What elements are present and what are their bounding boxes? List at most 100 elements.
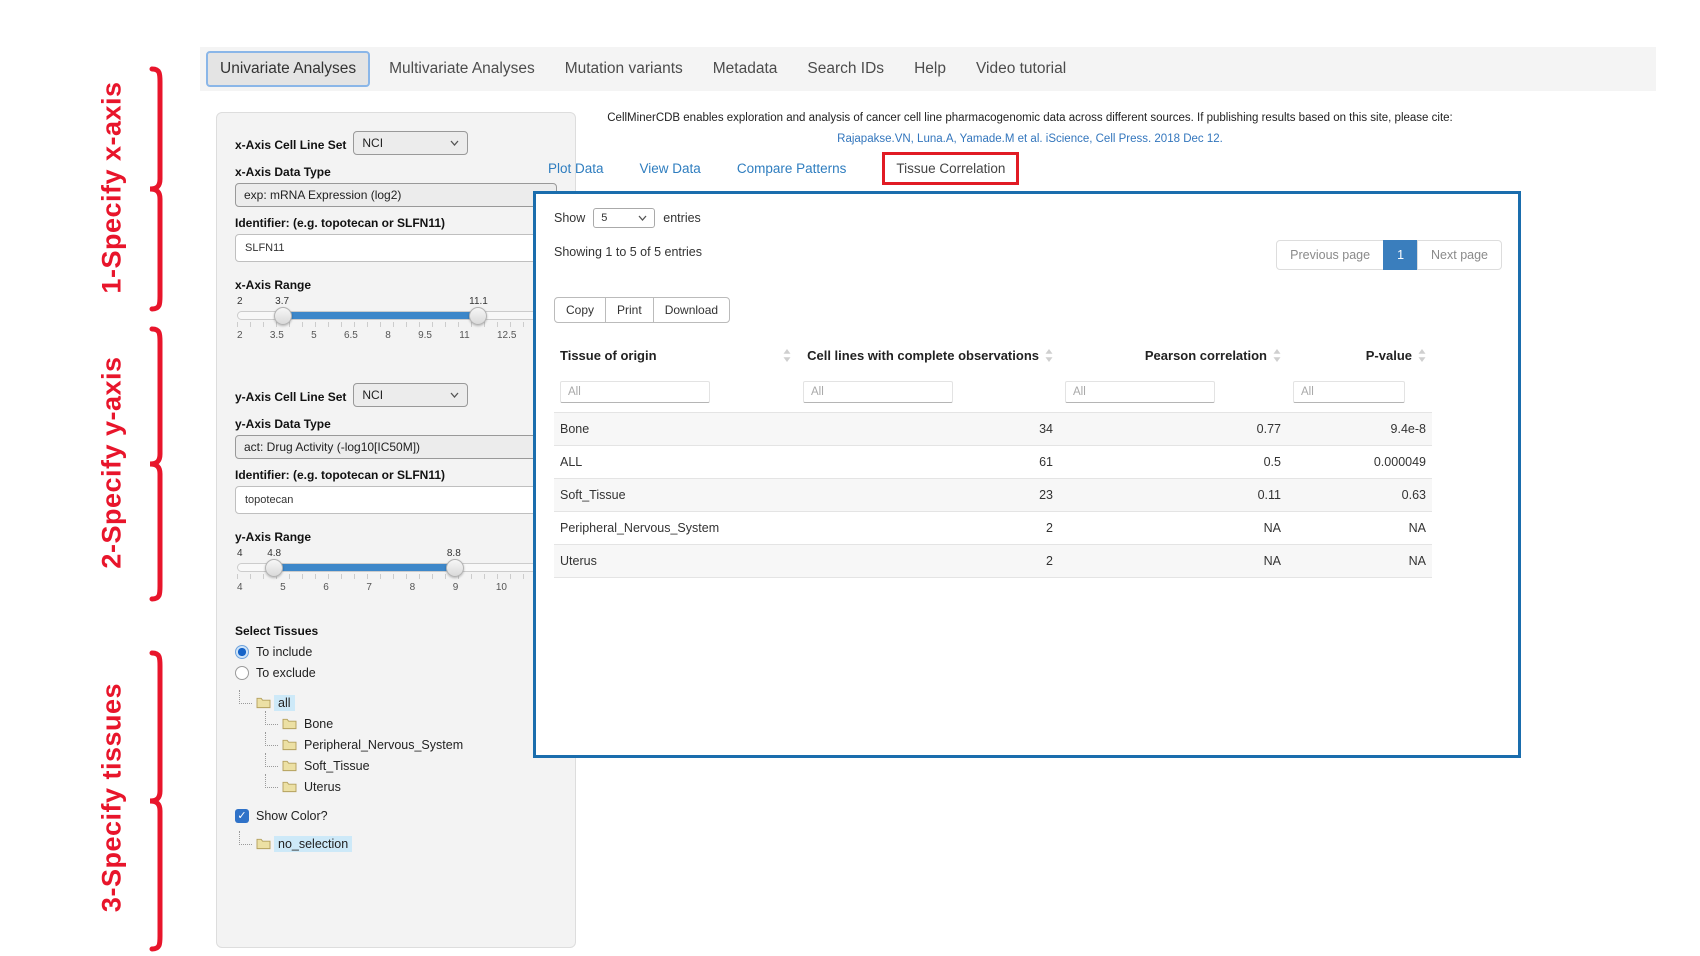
- y-axis-data-type-select[interactable]: act: Drug Activity (-log10[IC50M]): [235, 435, 557, 459]
- nav-tab-help[interactable]: Help: [899, 52, 961, 86]
- y-range-track[interactable]: [237, 563, 555, 572]
- next-page-button[interactable]: Next page: [1417, 240, 1502, 270]
- folder-icon: [282, 759, 297, 772]
- column-header-p-value[interactable]: P-value: [1287, 339, 1432, 372]
- y-range-fill: [274, 564, 455, 571]
- folder-icon: [256, 696, 271, 709]
- column-header-cell-lines[interactable]: Cell lines with complete observations: [797, 339, 1059, 372]
- table-row-uterus[interactable]: Uterus 2 NA NA: [554, 545, 1432, 578]
- print-button[interactable]: Print: [605, 297, 654, 323]
- nav-tab-mutation-variants[interactable]: Mutation variants: [550, 52, 698, 86]
- tree-node-no-selection[interactable]: no_selection: [239, 831, 557, 852]
- radio-selected-icon: [235, 645, 249, 659]
- tissue-correlation-table: Tissue of origin Cell lines with complet…: [554, 339, 1432, 578]
- table-row-soft-tissue[interactable]: Soft_Tissue 23 0.11 0.63: [554, 479, 1432, 512]
- table-row-peripheral-nervous-system[interactable]: Peripheral_Nervous_System 2 NA NA: [554, 512, 1432, 545]
- citation-link[interactable]: Rajapakse.VN, Luna.A, Yamade.M et al. iS…: [540, 133, 1520, 145]
- page-1-button[interactable]: 1: [1383, 240, 1418, 270]
- x-range-high-value: 11.1: [469, 296, 488, 307]
- tree-elbow: [265, 774, 278, 788]
- table-row-all[interactable]: ALL 61 0.5 0.000049: [554, 446, 1432, 479]
- nav-tab-video-tutorial[interactable]: Video tutorial: [961, 52, 1081, 86]
- radio-unselected-icon: [235, 666, 249, 680]
- tab-compare-patterns[interactable]: Compare Patterns: [737, 161, 847, 176]
- tab-tissue-correlation[interactable]: Tissue Correlation: [882, 152, 1019, 185]
- table-filter-row: [554, 372, 1432, 413]
- y-axis-cell-line-set-select[interactable]: NCI: [353, 383, 468, 407]
- tab-plot-data[interactable]: Plot Data: [548, 161, 604, 176]
- x-axis-data-type-label: x-Axis Data Type: [235, 165, 557, 179]
- select-tissues-label: Select Tissues: [235, 624, 557, 638]
- page-size-select[interactable]: 5: [593, 208, 655, 228]
- citation-text: CellMinerCDB enables exploration and ana…: [540, 112, 1520, 124]
- tree-elbow: [265, 711, 278, 725]
- previous-page-button[interactable]: Previous page: [1276, 240, 1384, 270]
- tissue-tree: all Bone Peripheral_Nervous_System Soft_…: [239, 690, 557, 795]
- copy-button[interactable]: Copy: [554, 297, 606, 323]
- column-header-pearson-correlation[interactable]: Pearson correlation: [1059, 339, 1287, 372]
- tree-node-soft-tissue[interactable]: Soft_Tissue: [265, 753, 557, 774]
- x-range-tick-labels: 23.556.589.51112.514: [237, 330, 555, 341]
- x-axis-cell-line-set-label: x-Axis Cell Line Set: [235, 138, 346, 152]
- y-range-min-value: 4: [237, 548, 243, 559]
- nav-tab-multivariate-analyses[interactable]: Multivariate Analyses: [374, 52, 550, 86]
- filter-pearson-correlation-input[interactable]: [1065, 381, 1215, 403]
- tab-view-data[interactable]: View Data: [640, 161, 701, 176]
- x-range-min-value: 2: [237, 296, 243, 307]
- sort-icon: [783, 349, 791, 362]
- table-row-bone[interactable]: Bone 34 0.77 9.4e-8: [554, 413, 1432, 446]
- tissues-exclude-radio[interactable]: To exclude: [235, 666, 557, 680]
- x-axis-identifier-label: Identifier: (e.g. topotecan or SLFN11): [235, 216, 557, 230]
- tree-elbow: [239, 690, 252, 704]
- result-tabs: Plot Data View Data Compare Patterns Tis…: [548, 152, 1019, 185]
- x-range-low-value: 3.7: [275, 296, 289, 307]
- top-navigation: Univariate Analyses Multivariate Analyse…: [200, 47, 1656, 91]
- chevron-down-icon: [638, 215, 647, 221]
- pagination: Previous page 1 Next page: [1277, 240, 1502, 270]
- filter-p-value-input[interactable]: [1293, 381, 1405, 403]
- tissues-include-radio[interactable]: To include: [235, 645, 557, 659]
- analysis-settings-panel: x-Axis Cell Line Set NCI x-Axis Data Typ…: [216, 112, 576, 948]
- x-axis-data-type-select[interactable]: exp: mRNA Expression (log2): [235, 183, 557, 207]
- x-axis-identifier-input[interactable]: [235, 234, 557, 262]
- tree-node-peripheral-nervous-system[interactable]: Peripheral_Nervous_System: [265, 732, 557, 753]
- x-range-track[interactable]: [237, 311, 555, 320]
- entries-label: entries: [663, 211, 701, 225]
- y-axis-identifier-label: Identifier: (e.g. topotecan or SLFN11): [235, 468, 557, 482]
- tissue-correlation-panel: Show 5 entries Showing 1 to 5 of 5 entri…: [533, 191, 1521, 758]
- annotation-step2-label: 2-Specify y-axis: [97, 303, 128, 623]
- nav-tab-search-ids[interactable]: Search IDs: [792, 52, 899, 86]
- y-axis-range-slider: 4 4.8 8.8 11 4567891011: [237, 548, 555, 593]
- annotation-step1-brace: [138, 66, 164, 312]
- show-label: Show: [554, 211, 585, 225]
- y-range-low-value: 4.8: [267, 548, 281, 559]
- folder-icon: [282, 738, 297, 751]
- y-axis-cell-line-set-label: y-Axis Cell Line Set: [235, 390, 346, 404]
- nav-tab-metadata[interactable]: Metadata: [698, 52, 793, 86]
- filter-cell-lines-input[interactable]: [803, 381, 953, 403]
- x-range-high-handle[interactable]: [469, 307, 487, 325]
- tree-node-all[interactable]: all: [239, 690, 557, 711]
- folder-icon: [256, 837, 271, 850]
- cellminercdb-app: 1-Specify x-axis 2-Specify y-axis 3-Spec…: [0, 0, 1700, 956]
- checkbox-checked-icon: ✓: [235, 809, 249, 823]
- y-axis-range-label: y-Axis Range: [235, 530, 557, 544]
- x-axis-cell-line-set-select[interactable]: NCI: [353, 131, 468, 155]
- tree-elbow: [265, 753, 278, 767]
- nav-tab-univariate-analyses[interactable]: Univariate Analyses: [206, 51, 370, 87]
- annotation-step3-brace: [138, 650, 164, 952]
- y-range-low-handle[interactable]: [265, 559, 283, 577]
- tree-node-uterus[interactable]: Uterus: [265, 774, 557, 795]
- filter-tissue-of-origin-input[interactable]: [560, 381, 710, 403]
- chevron-down-icon: [450, 140, 459, 146]
- annotation-step3-label: 3-Specify tissues: [97, 638, 128, 956]
- y-range-high-handle[interactable]: [446, 559, 464, 577]
- x-range-low-handle[interactable]: [274, 307, 292, 325]
- y-range-tick-labels: 4567891011: [237, 582, 555, 593]
- column-header-tissue-of-origin[interactable]: Tissue of origin: [554, 339, 797, 372]
- show-color-checkbox[interactable]: ✓ Show Color?: [235, 809, 557, 823]
- x-range-fill: [283, 312, 478, 319]
- tree-node-bone[interactable]: Bone: [265, 711, 557, 732]
- download-button[interactable]: Download: [653, 297, 730, 323]
- y-axis-identifier-input[interactable]: [235, 486, 557, 514]
